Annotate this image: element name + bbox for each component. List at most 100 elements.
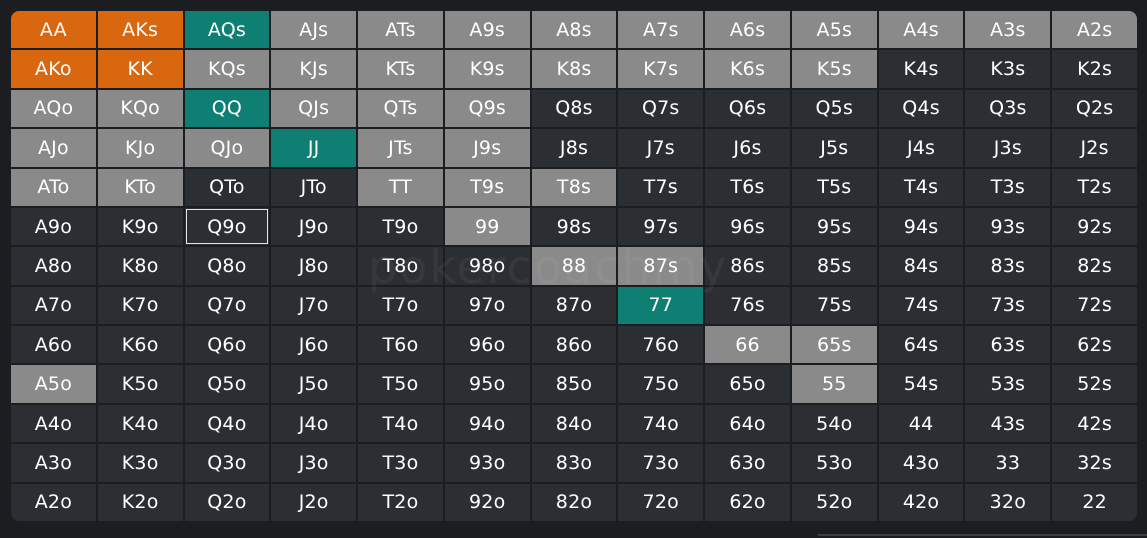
hand-cell-jj[interactable]: JJ: [271, 129, 357, 167]
hand-cell-85o[interactable]: 85o: [531, 365, 617, 403]
hand-cell-j7o[interactable]: J7o: [271, 286, 357, 325]
hand-cell-q8s[interactable]: Q8s: [531, 89, 617, 128]
hand-cell-j3s[interactable]: J3s: [965, 129, 1051, 167]
hand-cell-qto[interactable]: QTo: [184, 168, 270, 206]
hand-cell-42s[interactable]: 42s: [1052, 404, 1137, 443]
hand-cell-a2o[interactable]: A2o: [11, 483, 96, 521]
hand-cell-kjo[interactable]: KJo: [97, 129, 183, 167]
hand-cell-k9s[interactable]: K9s: [444, 50, 530, 88]
hand-cell-aa[interactable]: AA: [11, 11, 96, 49]
hand-cell-qq[interactable]: QQ: [184, 89, 270, 128]
hand-cell-k5o[interactable]: K5o: [97, 365, 183, 403]
hand-cell-q6o[interactable]: Q6o: [184, 326, 270, 364]
hand-cell-55[interactable]: 55: [791, 365, 877, 403]
hand-cell-98o[interactable]: 98o: [444, 247, 530, 285]
hand-cell-73s[interactable]: 73s: [965, 286, 1051, 325]
hand-cell-t7o[interactable]: T7o: [358, 286, 443, 325]
hand-cell-t9o[interactable]: T9o: [358, 207, 443, 246]
hand-cell-qts[interactable]: QTs: [358, 89, 443, 128]
hand-cell-76o[interactable]: 76o: [618, 326, 704, 364]
hand-cell-98s[interactable]: 98s: [531, 207, 617, 246]
hand-cell-q7s[interactable]: Q7s: [618, 89, 704, 128]
hand-cell-jto[interactable]: JTo: [271, 168, 357, 206]
hand-cell-ajs[interactable]: AJs: [271, 11, 357, 49]
hand-cell-ato[interactable]: ATo: [11, 168, 96, 206]
hand-cell-52s[interactable]: 52s: [1052, 365, 1137, 403]
hand-cell-97s[interactable]: 97s: [618, 207, 704, 246]
hand-cell-a7s[interactable]: A7s: [618, 11, 704, 49]
hand-cell-99[interactable]: 99: [444, 207, 530, 246]
hand-cell-j3o[interactable]: J3o: [271, 444, 357, 482]
hand-cell-t3s[interactable]: T3s: [965, 168, 1051, 206]
hand-cell-kqs[interactable]: KQs: [184, 50, 270, 88]
hand-cell-j6o[interactable]: J6o: [271, 326, 357, 364]
hand-cell-t5o[interactable]: T5o: [358, 365, 443, 403]
hand-cell-97o[interactable]: 97o: [444, 286, 530, 325]
hand-cell-64o[interactable]: 64o: [705, 404, 790, 443]
hand-cell-75s[interactable]: 75s: [791, 286, 877, 325]
hand-cell-kts[interactable]: KTs: [358, 50, 443, 88]
hand-cell-j8s[interactable]: J8s: [531, 129, 617, 167]
hand-cell-52o[interactable]: 52o: [791, 483, 877, 521]
hand-cell-a8s[interactable]: A8s: [531, 11, 617, 49]
hand-cell-kqo[interactable]: KQo: [97, 89, 183, 128]
hand-cell-63s[interactable]: 63s: [965, 326, 1051, 364]
hand-cell-ats[interactable]: ATs: [358, 11, 443, 49]
hand-cell-j5s[interactable]: J5s: [791, 129, 877, 167]
hand-cell-t7s[interactable]: T7s: [618, 168, 704, 206]
hand-cell-ajo[interactable]: AJo: [11, 129, 96, 167]
hand-cell-t8o[interactable]: T8o: [358, 247, 443, 285]
hand-cell-83o[interactable]: 83o: [531, 444, 617, 482]
hand-cell-42o[interactable]: 42o: [878, 483, 964, 521]
hand-cell-66[interactable]: 66: [705, 326, 790, 364]
hand-cell-t2o[interactable]: T2o: [358, 483, 443, 521]
hand-cell-aqo[interactable]: AQo: [11, 89, 96, 128]
hand-cell-a9o[interactable]: A9o: [11, 207, 96, 246]
hand-cell-88[interactable]: 88: [531, 247, 617, 285]
hand-cell-tt[interactable]: TT: [358, 168, 443, 206]
hand-cell-qjo[interactable]: QJo: [184, 129, 270, 167]
hand-cell-t5s[interactable]: T5s: [791, 168, 877, 206]
hand-cell-a5o[interactable]: A5o: [11, 365, 96, 403]
hand-cell-44[interactable]: 44: [878, 404, 964, 443]
hand-cell-86o[interactable]: 86o: [531, 326, 617, 364]
hand-cell-84o[interactable]: 84o: [531, 404, 617, 443]
hand-cell-k7s[interactable]: K7s: [618, 50, 704, 88]
hand-cell-74o[interactable]: 74o: [618, 404, 704, 443]
hand-cell-75o[interactable]: 75o: [618, 365, 704, 403]
hand-cell-94s[interactable]: 94s: [878, 207, 964, 246]
hand-cell-kk[interactable]: KK: [97, 50, 183, 88]
hand-cell-a4s[interactable]: A4s: [878, 11, 964, 49]
hand-cell-k8s[interactable]: K8s: [531, 50, 617, 88]
hand-cell-j2s[interactable]: J2s: [1052, 129, 1137, 167]
hand-cell-a3o[interactable]: A3o: [11, 444, 96, 482]
hand-cell-72s[interactable]: 72s: [1052, 286, 1137, 325]
hand-cell-k5s[interactable]: K5s: [791, 50, 877, 88]
hand-cell-a8o[interactable]: A8o: [11, 247, 96, 285]
hand-cell-22[interactable]: 22: [1052, 483, 1137, 521]
hand-cell-t3o[interactable]: T3o: [358, 444, 443, 482]
hand-cell-76s[interactable]: 76s: [705, 286, 790, 325]
hand-cell-74s[interactable]: 74s: [878, 286, 964, 325]
hand-cell-t2s[interactable]: T2s: [1052, 168, 1137, 206]
hand-cell-kjs[interactable]: KJs: [271, 50, 357, 88]
hand-cell-k6o[interactable]: K6o: [97, 326, 183, 364]
hand-cell-43o[interactable]: 43o: [878, 444, 964, 482]
hand-cell-65o[interactable]: 65o: [705, 365, 790, 403]
hand-cell-62s[interactable]: 62s: [1052, 326, 1137, 364]
hand-cell-94o[interactable]: 94o: [444, 404, 530, 443]
hand-cell-t6o[interactable]: T6o: [358, 326, 443, 364]
hand-cell-aks[interactable]: AKs: [97, 11, 183, 49]
hand-cell-j8o[interactable]: J8o: [271, 247, 357, 285]
hand-cell-73o[interactable]: 73o: [618, 444, 704, 482]
hand-cell-k3s[interactable]: K3s: [965, 50, 1051, 88]
hand-cell-t4s[interactable]: T4s: [878, 168, 964, 206]
hand-cell-k6s[interactable]: K6s: [705, 50, 790, 88]
hand-cell-93o[interactable]: 93o: [444, 444, 530, 482]
hand-cell-j5o[interactable]: J5o: [271, 365, 357, 403]
hand-cell-a9s[interactable]: A9s: [444, 11, 530, 49]
hand-cell-43s[interactable]: 43s: [965, 404, 1051, 443]
hand-cell-92s[interactable]: 92s: [1052, 207, 1137, 246]
hand-cell-q9s[interactable]: Q9s: [444, 89, 530, 128]
hand-cell-33[interactable]: 33: [965, 444, 1051, 482]
